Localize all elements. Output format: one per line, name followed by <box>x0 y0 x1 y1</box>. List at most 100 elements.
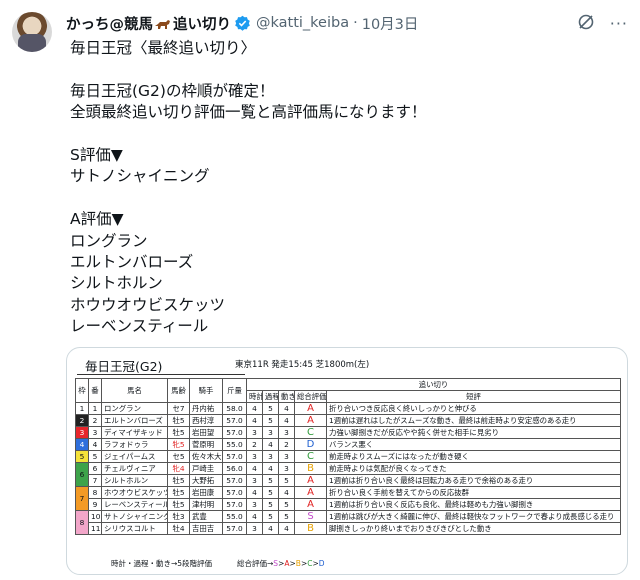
author-name[interactable]: かっち@競馬 追い切り <box>66 13 231 34</box>
table-row: 7 8 ホウオウビスケッツ 牡5 岩田康 57.0 4 5 4 A 折り合い良く手前を替えてからの反… <box>75 486 621 511</box>
horse-name-cell: ホウオウビスケッツ <box>101 486 168 499</box>
age-cell: セ5 <box>167 450 190 463</box>
horse-name-cell: ジェイパームス <box>101 450 168 463</box>
age-cell: 牝5 <box>167 438 190 451</box>
horse-name-cell: サトノシャイニング <box>101 510 168 523</box>
horse-name-cell: レーベンスティール <box>101 498 168 511</box>
weight-cell: 57.0 <box>222 450 247 463</box>
author-handle[interactable]: @katti_keiba <box>256 15 349 31</box>
horse-name-cell: シリウスコルト <box>101 522 168 535</box>
waku-cell: 4 <box>75 438 89 451</box>
grok-icon[interactable] <box>576 12 596 32</box>
overall-rank-cell: B <box>294 522 327 535</box>
jockey-cell: 戸崎圭 <box>189 462 223 475</box>
weight-cell: 57.0 <box>222 474 247 487</box>
time-score-cell: 4 <box>246 486 263 499</box>
weight-cell: 58.0 <box>222 402 247 415</box>
movement-score-cell: 4 <box>278 402 295 415</box>
number-cell: 1 <box>88 402 102 415</box>
comment-cell: 1週前は折り合い良く反応も良化、最終は軽めも力強い脚捌き <box>326 498 621 511</box>
header-movement: 動き <box>278 390 295 403</box>
jockey-cell: 武豊 <box>189 510 223 523</box>
waku-cell: 1 <box>75 402 89 415</box>
author-avatar[interactable] <box>12 12 52 52</box>
footer-scale-note: 時計・過程・動き→5段階評価 <box>111 559 213 568</box>
waku-cell: 3 <box>75 426 89 439</box>
header-waku: 枠 <box>75 378 89 403</box>
process-score-cell: 5 <box>262 498 279 511</box>
weight-cell: 57.0 <box>222 522 247 535</box>
number-cell: 4 <box>88 438 102 451</box>
more-icon[interactable]: ··· <box>610 14 628 33</box>
title-underline <box>77 374 245 375</box>
process-score-cell: 5 <box>262 510 279 523</box>
overall-rank-cell: A <box>294 414 327 427</box>
table-body: 1 1 ロングラン セ7 丹内祐 58.0 4 5 4 A 折り合いつき反応良く終いしっかりと伸びる… <box>75 402 621 535</box>
time-score-cell: 4 <box>246 402 263 415</box>
overall-rank-cell: A <box>294 402 327 415</box>
weight-cell: 55.0 <box>222 438 247 451</box>
waku-cell: 8 <box>75 510 89 535</box>
header-age: 馬齢 <box>167 378 190 403</box>
tweet-text: 毎日王冠〈最終追い切り〉 毎日王冠(G2)の枠順が確定！ 全頭最終追い切り評価一… <box>70 39 427 336</box>
age-cell: セ7 <box>167 402 190 415</box>
age-cell: 牡5 <box>167 486 190 499</box>
jockey-cell: 岩田望 <box>189 426 223 439</box>
process-score-cell: 3 <box>262 450 279 463</box>
waku-cell: 2 <box>75 414 89 427</box>
weight-cell: 55.0 <box>222 510 247 523</box>
header-weight: 斤量 <box>222 378 247 403</box>
header-time: 時計 <box>246 390 263 403</box>
process-score-cell: 5 <box>262 474 279 487</box>
waku-cell: 5 <box>75 450 89 463</box>
footer-rank-legend: 総合評価→S>A>B>C>D <box>237 558 325 569</box>
weight-cell: 57.0 <box>222 486 247 499</box>
time-score-cell: 3 <box>246 498 263 511</box>
table-row: 2 2 エルトンバローズ 牡5 西村淳 57.0 4 5 4 A 1週前は遅れはしたがスムーズな動き… <box>75 414 621 427</box>
movement-score-cell: 2 <box>278 438 295 451</box>
movement-score-cell: 5 <box>278 474 295 487</box>
table-row: 4 4 ラフォドゥラ 牝5 菅原明 55.0 2 4 2 D バランス悪く <box>75 438 621 451</box>
number-cell: 11 <box>88 522 102 535</box>
comment-cell: 脚捌きしっかり終いまでおりきびきびとした動き <box>326 522 621 535</box>
image-title: 毎日王冠(G2) <box>85 359 163 374</box>
table-row: 3 3 ディマイザキッド 牡5 岩田望 57.0 3 3 3 C 力強い脚捌きだが反応やや鈍く併せた… <box>75 426 621 439</box>
header-ban: 番 <box>88 378 102 403</box>
comment-cell: 1週前は折り合い良く最終は回転力ある走りで余裕のある走り <box>326 474 621 487</box>
table-row: 1 1 ロングラン セ7 丹内祐 58.0 4 5 4 A 折り合いつき反応良く終いしっかりと伸びる <box>75 402 621 415</box>
tweet-header: かっち@競馬 追い切り @katti_keiba · 10月3日 ··· <box>66 12 628 34</box>
tweet-date[interactable]: 10月3日 <box>362 13 419 34</box>
age-cell: 牡5 <box>167 474 190 487</box>
table-row: 9 レーベンスティール 牡5 津村明 57.0 3 5 5 A 1週前は折り合い良く反応も良化、最… <box>76 498 621 511</box>
weight-cell: 57.0 <box>222 498 247 511</box>
number-cell: 8 <box>88 486 102 499</box>
process-score-cell: 4 <box>262 522 279 535</box>
time-score-cell: 3 <box>246 450 263 463</box>
jockey-cell: 岩田康 <box>189 486 223 499</box>
overall-rank-cell: C <box>294 426 327 439</box>
table-row: 7 シルトホルン 牡5 大野拓 57.0 3 5 5 A 1週前は折り合い良く最終は回転力ある走り… <box>76 474 621 487</box>
tweet-image[interactable]: 毎日王冠(G2) 東京11R 発走15:45 芝1800m(左) 枠 番 馬名 … <box>66 347 628 575</box>
age-cell: 牡4 <box>167 522 190 535</box>
number-cell: 7 <box>88 474 102 487</box>
comment-cell: 前走時よりは気配が良くなってきた <box>326 462 621 475</box>
movement-score-cell: 4 <box>278 522 295 535</box>
rank-scale-item: D <box>318 559 325 568</box>
process-score-cell: 3 <box>262 426 279 439</box>
jockey-cell: 菅原明 <box>189 438 223 451</box>
age-cell: 牡3 <box>167 510 190 523</box>
age-cell: 牡5 <box>167 426 190 439</box>
jockey-cell: 吉田吉 <box>189 522 223 535</box>
time-score-cell: 3 <box>246 522 263 535</box>
process-score-cell: 4 <box>262 438 279 451</box>
horse-name-cell: エルトンバローズ <box>101 414 168 427</box>
overall-rank-cell: C <box>294 450 327 463</box>
jockey-cell: 佐々木大 <box>189 450 223 463</box>
comment-cell: バランス悪く <box>326 438 621 451</box>
number-cell: 2 <box>88 414 102 427</box>
time-score-cell: 4 <box>246 510 263 523</box>
waku-cell: 6 <box>75 462 89 487</box>
table-row: 8 10 サトノシャイニング 牡3 武豊 55.0 4 5 5 S 1週前は跳びが大きく綺麗に伸び、… <box>75 510 621 535</box>
time-score-cell: 3 <box>246 474 263 487</box>
jockey-cell: 丹内祐 <box>189 402 223 415</box>
